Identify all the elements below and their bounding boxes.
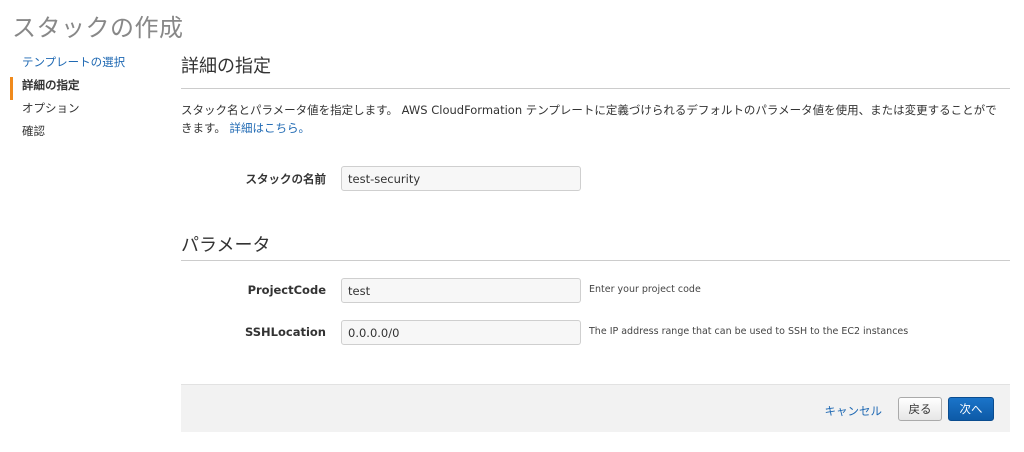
main-content: 詳細の指定 スタック名とパラメータ値を指定します。 AWS CloudForma… (181, 52, 1010, 345)
wizard-steps-sidebar: テンプレートの選択 詳細の指定 オプション 確認 (10, 54, 160, 146)
project-code-input[interactable] (341, 278, 581, 303)
ssh-location-hint: The IP address range that can be used to… (589, 326, 909, 337)
details-divider (181, 88, 1010, 89)
sidebar-item-select-template[interactable]: テンプレートの選択 (10, 54, 160, 77)
wizard-footer: キャンセル 戻る 次へ (181, 384, 1010, 432)
sidebar-item-specify-details: 詳細の指定 (10, 77, 160, 100)
sidebar-item-options: オプション (22, 101, 80, 115)
back-button[interactable]: 戻る (898, 397, 942, 421)
page-title: スタックの作成 (12, 14, 184, 42)
project-code-label: ProjectCode (247, 283, 326, 297)
stack-name-input[interactable] (341, 166, 581, 191)
parameters-divider (181, 260, 1010, 261)
cancel-link[interactable]: キャンセル (825, 403, 883, 419)
next-button[interactable]: 次へ (948, 397, 994, 421)
project-code-hint: Enter your project code (589, 284, 701, 295)
project-code-row: ProjectCode Enter your project code (181, 278, 1010, 303)
sidebar-item-review: 確認 (22, 124, 45, 138)
details-description: スタック名とパラメータ値を指定します。 AWS CloudFormation テ… (181, 101, 1001, 137)
parameters-heading: パラメータ (181, 235, 271, 256)
stack-name-row: スタックの名前 (181, 166, 1010, 191)
ssh-location-row: SSHLocation The IP address range that ca… (181, 320, 1010, 345)
learn-more-link[interactable]: 詳細はこちら。 (230, 121, 311, 135)
stack-name-label: スタックの名前 (245, 172, 327, 186)
ssh-location-input[interactable] (341, 320, 581, 345)
ssh-location-label: SSHLocation (244, 325, 326, 339)
details-heading: 詳細の指定 (181, 56, 271, 77)
